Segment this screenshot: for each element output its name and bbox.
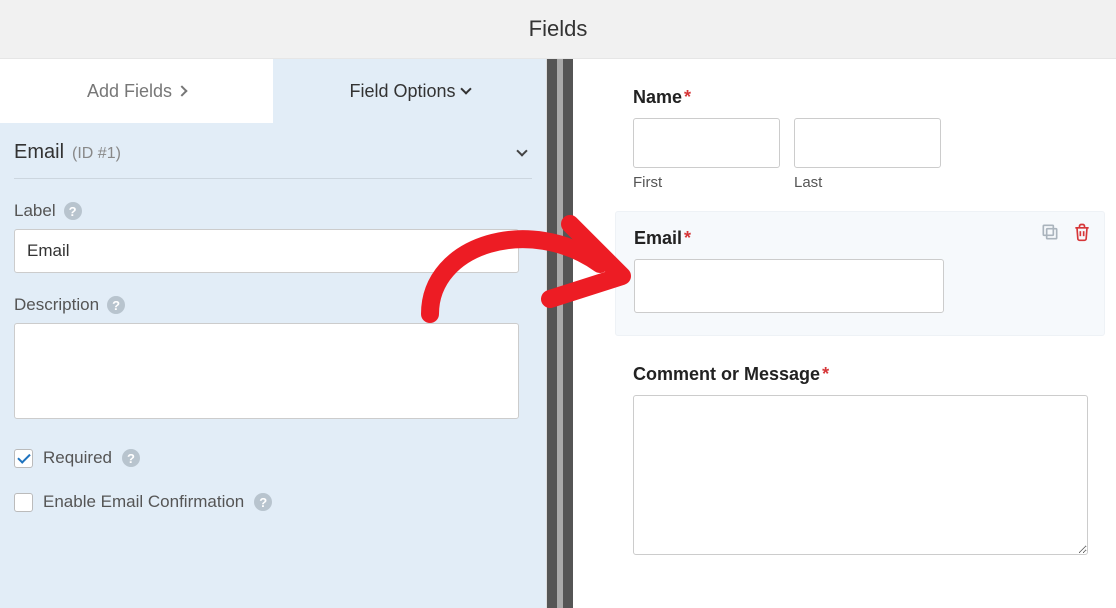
preview-email-field[interactable]: Email* (633, 211, 1106, 336)
field-options-panel: Email (ID #1) Label ? Description ? (0, 123, 546, 512)
last-name-input[interactable] (794, 118, 941, 168)
form-preview: Name* First Last (573, 59, 1116, 608)
field-name: Email (14, 141, 64, 164)
label-label: Label (14, 201, 56, 221)
duplicate-icon[interactable] (1040, 222, 1060, 247)
page-title: Fields (529, 16, 588, 42)
comment-textarea[interactable] (633, 395, 1088, 555)
tab-field-options-label: Field Options (349, 81, 455, 102)
chevron-down-icon (460, 83, 471, 94)
field-toolbar (1040, 222, 1092, 247)
sidebar-tabs: Add Fields Field Options (0, 59, 546, 123)
email-input[interactable] (634, 259, 944, 313)
description-input[interactable] (14, 323, 519, 419)
panel-divider[interactable] (547, 59, 573, 608)
required-checkbox[interactable] (14, 449, 33, 468)
left-sidebar: Add Fields Field Options Email (ID #1) L… (0, 59, 547, 608)
preview-name-label-text: Name (633, 87, 682, 107)
field-header-left: Email (ID #1) (14, 141, 121, 164)
field-id: (ID #1) (72, 145, 121, 163)
help-icon[interactable]: ? (122, 449, 140, 467)
email-block: Email* (615, 211, 1105, 336)
help-icon[interactable]: ? (254, 493, 272, 511)
field-header[interactable]: Email (ID #1) (14, 137, 532, 179)
preview-name-label: Name* (633, 87, 1106, 108)
tab-field-options[interactable]: Field Options (273, 59, 546, 123)
description-label-row: Description ? (14, 295, 532, 315)
name-row: First Last (633, 118, 1106, 191)
chevron-right-icon (176, 85, 187, 96)
preview-name-field[interactable]: Name* First Last (633, 87, 1106, 191)
required-mark: * (684, 87, 691, 107)
first-name-col: First (633, 118, 780, 191)
tab-add-fields[interactable]: Add Fields (0, 59, 273, 123)
last-sublabel: Last (794, 174, 941, 191)
preview-comment-label: Comment or Message* (633, 364, 1106, 385)
first-sublabel: First (633, 174, 780, 191)
description-group: Description ? (14, 295, 532, 424)
chevron-down-icon (516, 145, 527, 156)
help-icon[interactable]: ? (64, 202, 82, 220)
required-mark: * (822, 364, 829, 384)
preview-comment-label-text: Comment or Message (633, 364, 820, 384)
trash-icon[interactable] (1072, 222, 1092, 247)
required-mark: * (684, 228, 691, 248)
main-layout: Add Fields Field Options Email (ID #1) L… (0, 59, 1116, 608)
description-label: Description (14, 295, 99, 315)
tab-add-fields-label: Add Fields (87, 81, 172, 102)
preview-email-label-text: Email (634, 228, 682, 248)
label-label-row: Label ? (14, 201, 532, 221)
confirm-label: Enable Email Confirmation (43, 492, 244, 512)
last-name-col: Last (794, 118, 941, 191)
confirm-row: Enable Email Confirmation ? (14, 492, 532, 512)
first-name-input[interactable] (633, 118, 780, 168)
preview-comment-field[interactable]: Comment or Message* (633, 364, 1106, 560)
preview-email-label: Email* (634, 228, 1086, 249)
required-label: Required (43, 448, 112, 468)
required-row: Required ? (14, 448, 532, 468)
page-header: Fields (0, 0, 1116, 59)
help-icon[interactable]: ? (107, 296, 125, 314)
label-input[interactable] (14, 229, 519, 273)
confirm-checkbox[interactable] (14, 493, 33, 512)
label-group: Label ? (14, 201, 532, 273)
